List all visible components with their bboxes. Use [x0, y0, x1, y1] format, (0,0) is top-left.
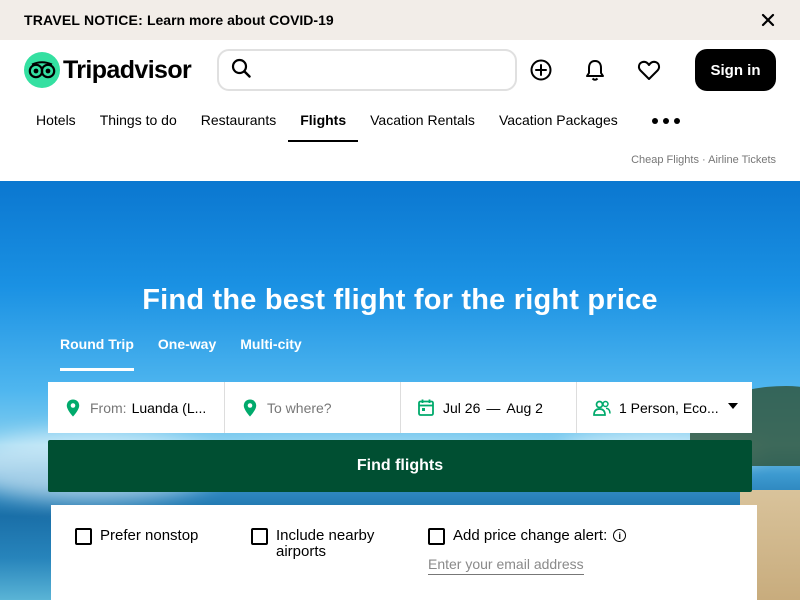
nonstop-checkbox[interactable] [75, 528, 92, 545]
price-alert-checkbox[interactable] [428, 528, 445, 545]
nonstop-label: Prefer nonstop [100, 527, 199, 544]
date-separator: — [486, 399, 501, 416]
from-field[interactable]: From: Luanda (L... [48, 382, 225, 433]
more-menu-icon[interactable] [652, 110, 680, 132]
passengers-value: 1 Person, Eco... [619, 399, 719, 416]
nav-item-flights[interactable]: Flights [288, 100, 359, 142]
people-icon [593, 399, 611, 417]
chevron-down-icon [728, 403, 738, 409]
close-icon[interactable] [758, 10, 778, 30]
search-input[interactable] [261, 51, 515, 89]
nav-item-vacation-packages[interactable]: Vacation Packages [487, 100, 630, 142]
airline-tickets-link[interactable]: Airline Tickets [708, 154, 776, 166]
sublinks-separator: · [702, 154, 706, 166]
tab-round-trip[interactable]: Round Trip [48, 335, 146, 371]
dates-field[interactable]: Jul 26 — Aug 2 [401, 382, 577, 433]
flight-sublinks: Cheap Flights · Airline Tickets [631, 154, 776, 166]
sign-in-button[interactable]: Sign in [695, 49, 776, 91]
travel-notice-bar: TRAVEL NOTICE: Learn more about COVID-19 [0, 0, 800, 40]
from-label: From: [90, 399, 127, 416]
nav-item-vacation-rentals[interactable]: Vacation Rentals [358, 100, 487, 142]
info-icon[interactable]: i [613, 529, 627, 542]
nav-item-hotels[interactable]: Hotels [24, 100, 88, 142]
flight-search-form: From: Luanda (L... To where? Jul 26 — Au… [48, 382, 752, 433]
from-value: Luanda (L... [131, 399, 207, 416]
depart-date: Jul 26 [443, 399, 481, 416]
search-options-panel: Prefer nonstop Include nearby airports A… [51, 505, 757, 600]
heart-icon[interactable] [636, 57, 662, 83]
nearby-airports-label: Include nearby airports [276, 527, 375, 560]
owl-logo-icon [24, 52, 60, 88]
notice-label: TRAVEL NOTICE: [24, 12, 143, 28]
option-nearby-airports: Include nearby airports [251, 528, 401, 560]
site-header: Tripadvisor Sign in [0, 40, 800, 100]
add-review-icon[interactable] [528, 57, 554, 83]
nearby-airports-checkbox[interactable] [251, 528, 268, 545]
price-alert-label: Add price change alert: [453, 527, 608, 544]
to-field[interactable]: To where? [225, 382, 401, 433]
nav-item-restaurants[interactable]: Restaurants [189, 100, 288, 142]
email-field[interactable] [428, 556, 584, 575]
hero-banner: Find the best flight for the right price… [0, 181, 800, 600]
tab-one-way[interactable]: One-way [146, 335, 228, 371]
hero-title: Find the best flight for the right price [142, 284, 658, 316]
search-box[interactable] [217, 49, 517, 91]
nav-item-things-to-do[interactable]: Things to do [88, 100, 189, 142]
passengers-field[interactable]: 1 Person, Eco... [577, 382, 752, 433]
covid-info-link[interactable]: Learn more about COVID-19 [147, 12, 334, 28]
bell-icon[interactable] [582, 57, 608, 83]
main-nav: Hotels Things to do Restaurants Flights … [24, 100, 630, 142]
to-placeholder: To where? [267, 399, 332, 416]
logo-wordmark: Tripadvisor [63, 55, 192, 84]
option-prefer-nonstop: Prefer nonstop [75, 528, 198, 545]
tab-multi-city[interactable]: Multi-city [228, 335, 313, 371]
map-pin-icon [241, 399, 259, 417]
cheap-flights-link[interactable]: Cheap Flights [631, 154, 699, 166]
calendar-icon [417, 399, 435, 417]
return-date: Aug 2 [506, 399, 543, 416]
tripadvisor-logo[interactable]: Tripadvisor [24, 52, 192, 88]
option-price-alert: Add price change alert: i [428, 527, 627, 545]
trip-type-tabs: Round Trip One-way Multi-city [48, 335, 314, 371]
search-icon [231, 58, 251, 83]
map-pin-icon [64, 399, 82, 417]
find-flights-button[interactable]: Find flights [48, 440, 752, 492]
